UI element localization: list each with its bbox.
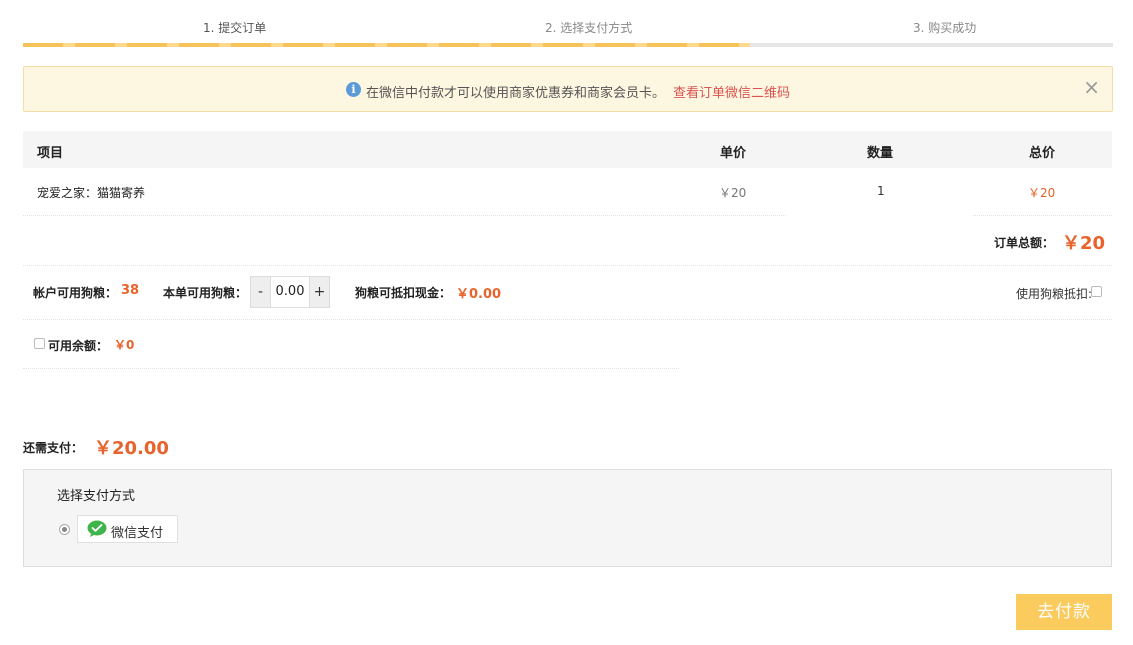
view-wechat-qr-link[interactable]: 查看订单微信二维码 bbox=[673, 82, 790, 101]
notice-message: 在微信中付款才可以使用商家优惠券和商家会员卡。 bbox=[366, 86, 666, 101]
wechat-pay-radio[interactable] bbox=[59, 524, 70, 535]
order-points-label: 本单可用狗粮： bbox=[163, 286, 248, 300]
info-icon: i bbox=[346, 82, 361, 97]
order-total-value: ￥20 bbox=[1062, 233, 1106, 254]
progress-fill bbox=[23, 43, 751, 47]
order-total-row: 订单总额： ￥20 bbox=[23, 216, 1112, 266]
deduct-cash-value: ￥0.00 bbox=[456, 287, 502, 302]
balance-label: 可用余额： bbox=[48, 339, 109, 353]
order-table-header: 项目 单价 数量 总价 bbox=[23, 131, 1112, 168]
remaining-value: ￥20.00 bbox=[94, 438, 169, 459]
header-item: 项目 bbox=[37, 146, 64, 161]
plus-button[interactable]: + bbox=[309, 276, 330, 308]
close-icon[interactable]: × bbox=[1083, 75, 1100, 99]
row-unit-price: ￥20 bbox=[719, 186, 747, 200]
account-points-label: 帐户可用狗粮： bbox=[33, 286, 118, 300]
use-points-checkbox[interactable] bbox=[1091, 286, 1102, 297]
row-total-price: ￥20 bbox=[1028, 186, 1056, 200]
header-total: 总价 bbox=[1029, 146, 1056, 161]
deduct-cash-label: 狗粮可抵扣现金： bbox=[355, 286, 452, 300]
step-purchase-success: 3. 购买成功 bbox=[913, 21, 977, 35]
balance-row: 可用余额： ￥0 bbox=[23, 320, 679, 369]
payment-method-box: 选择支付方式 微信支付 bbox=[23, 469, 1112, 567]
step-choose-payment: 2. 选择支付方式 bbox=[545, 21, 633, 35]
points-input[interactable]: 0.00 bbox=[271, 276, 309, 308]
balance-value: ￥0 bbox=[114, 338, 135, 352]
remaining-label: 还需支付： bbox=[23, 441, 84, 455]
wechat-pay-label: 微信支付 bbox=[111, 526, 164, 541]
header-qty: 数量 bbox=[867, 146, 894, 161]
order-steps: 1. 提交订单 2. 选择支付方式 3. 购买成功 bbox=[23, 0, 1113, 50]
use-points-label: 使用狗粮抵扣: bbox=[1016, 287, 1093, 301]
payment-method-title: 选择支付方式 bbox=[57, 489, 136, 504]
row-item-name: 宠爱之家：猫猫寄养 bbox=[37, 186, 146, 200]
header-price: 单价 bbox=[720, 146, 747, 161]
points-stepper: - 0.00 + bbox=[250, 276, 330, 308]
account-points-value: 38 bbox=[121, 283, 140, 298]
points-row: 帐户可用狗粮： 38 本单可用狗粮： - 0.00 + 狗粮可抵扣现金： ￥0.… bbox=[23, 266, 1112, 320]
table-row: 宠爱之家：猫猫寄养 ￥20 1 ￥20 bbox=[23, 168, 1112, 216]
minus-button[interactable]: - bbox=[250, 276, 271, 308]
row-quantity: 1 bbox=[877, 184, 885, 198]
progress-bar bbox=[23, 43, 1113, 47]
order-total-label: 订单总额： bbox=[994, 236, 1055, 250]
use-balance-checkbox[interactable] bbox=[34, 338, 45, 349]
wechat-notice: i 在微信中付款才可以使用商家优惠券和商家会员卡。 查看订单微信二维码 × bbox=[23, 66, 1113, 112]
step-submit-order: 1. 提交订单 bbox=[203, 21, 267, 35]
wechat-icon bbox=[87, 520, 107, 537]
go-pay-button[interactable]: 去付款 bbox=[1016, 594, 1112, 630]
wechat-pay-option[interactable]: 微信支付 bbox=[77, 515, 178, 543]
